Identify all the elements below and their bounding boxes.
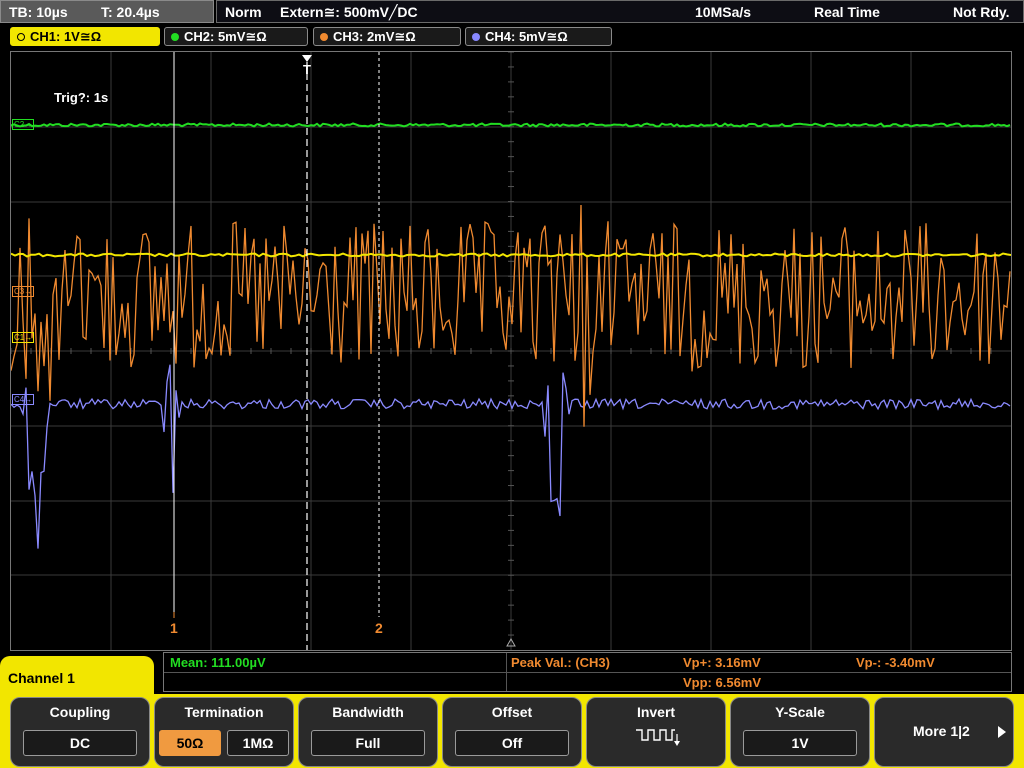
vp-plus-readout: Vp+: 3.16mV [683, 655, 761, 670]
acquisition-box[interactable]: Norm Extern≅: 500mV╱DC 10MSa/s Real Time… [216, 0, 1024, 23]
mean-readout: Mean: 111.00µV [170, 655, 266, 670]
invert-softkey[interactable]: Invert [586, 697, 726, 767]
status-bar: TB: 10µs T: 20.4µs Norm Extern≅: 500mV╱D… [0, 0, 1024, 25]
trigger-time-readout: T: 20.4µs [101, 4, 160, 20]
peak-label: Peak Val.: (CH3) [511, 655, 610, 670]
waveform-canvas [11, 52, 1011, 650]
cursor-1-label: 1 [170, 620, 178, 636]
ch2-tab-label: CH2: 5mV≅Ω [184, 29, 267, 44]
vp-minus-readout: Vp-: -3.40mV [856, 655, 935, 670]
more-softkey[interactable]: More 1|2 [874, 697, 1014, 767]
ch3-tab-label: CH3: 2mV≅Ω [333, 29, 416, 44]
measurement-panel: Mean: 111.00µV Peak Val.: (CH3) Vp+: 3.1… [163, 652, 1012, 692]
channel-tab-ch2[interactable]: CH2: 5mV≅Ω [164, 27, 308, 46]
waveform-display[interactable]: T Trig?: 1s 1 2 C2→ C3→ C1→ C4→ [10, 51, 1012, 651]
trigger-marker-label: T [303, 62, 311, 77]
termination-softkey[interactable]: Termination 50Ω 1MΩ [154, 697, 294, 767]
timebase-box[interactable]: TB: 10µs T: 20.4µs [0, 0, 214, 23]
y-scale-value[interactable]: 1V [743, 730, 857, 756]
ch3-offset-marker[interactable]: C3→ [12, 286, 35, 297]
ch4-offset-marker[interactable]: C4→ [12, 394, 35, 405]
more-label: More 1|2 [913, 723, 970, 739]
y-scale-softkey[interactable]: Y-Scale 1V [730, 697, 870, 767]
offset-title: Offset [491, 704, 533, 720]
ch3-dot-icon [320, 33, 328, 41]
coupling-title: Coupling [49, 704, 111, 720]
acquisition-state: Not Rdy. [953, 4, 1010, 20]
invert-title: Invert [636, 704, 676, 720]
ch2-offset-marker[interactable]: C2→ [12, 119, 35, 130]
trigger-info: Trig?: 1s [54, 90, 109, 105]
sample-rate: 10MSa/s [695, 4, 752, 20]
ch1-dot-icon [17, 33, 25, 41]
coupling-value[interactable]: DC [23, 730, 137, 756]
termination-50ohm-option[interactable]: 50Ω [159, 730, 221, 756]
ch2-dot-icon [171, 33, 179, 41]
ch4-tab-label: CH4: 5mV≅Ω [485, 29, 568, 44]
invert-waveform-icon [636, 729, 680, 746]
timebase-readout: TB: 10µs [9, 4, 68, 20]
ch1-offset-marker[interactable]: C1→ [12, 332, 35, 343]
bandwidth-title: Bandwidth [332, 704, 404, 720]
offset-softkey[interactable]: Offset Off [442, 697, 582, 767]
acquisition-mode: Real Time [814, 4, 880, 20]
page-right-arrow-icon [998, 726, 1006, 738]
channel-tab-ch4[interactable]: CH4: 5mV≅Ω [465, 27, 612, 46]
termination-1mohm-option[interactable]: 1MΩ [227, 730, 289, 756]
trigger-mode: Norm [225, 4, 262, 20]
cursor-2-label: 2 [375, 620, 383, 636]
y-scale-title: Y-Scale [775, 704, 825, 720]
channel-tab-ch3[interactable]: CH3: 2mV≅Ω [313, 27, 461, 46]
ch1-tab-label: CH1: 1V≅Ω [30, 29, 102, 44]
channel-tab-ch1[interactable]: CH1: 1V≅Ω [10, 27, 160, 46]
offset-value[interactable]: Off [455, 730, 569, 756]
coupling-softkey[interactable]: Coupling DC [10, 697, 150, 767]
termination-title: Termination [184, 704, 264, 720]
bandwidth-value[interactable]: Full [311, 730, 425, 756]
vpp-readout: Vpp: 6.56mV [683, 675, 762, 690]
ch4-dot-icon [472, 33, 480, 41]
bandwidth-softkey[interactable]: Bandwidth Full [298, 697, 438, 767]
trigger-source: Extern≅: 500mV╱DC [280, 4, 418, 20]
